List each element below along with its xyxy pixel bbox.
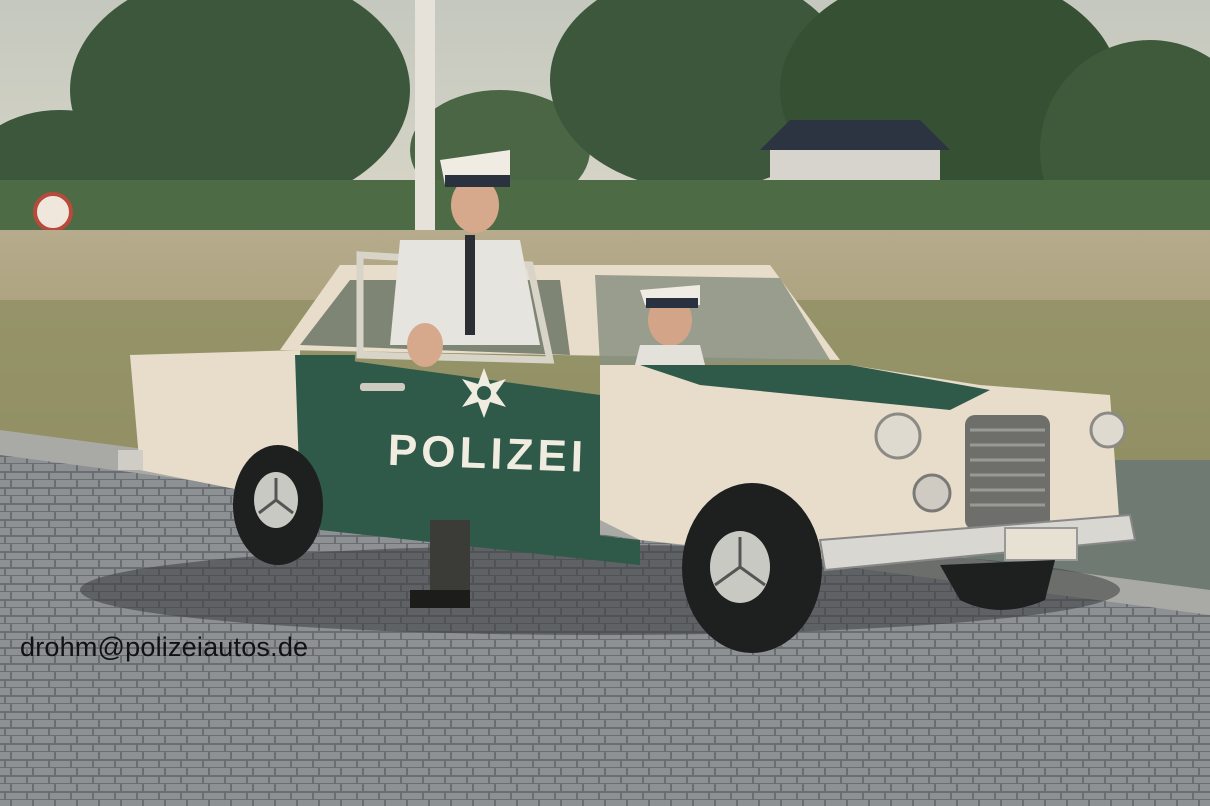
rear-wheel	[233, 445, 323, 565]
front-wheel	[682, 483, 822, 653]
police-car-photo: POLIZEI drohm@polizeiautos.de	[0, 0, 1210, 806]
lamp-pole	[415, 0, 435, 230]
photo-illustration: POLIZEI	[0, 0, 1210, 806]
hedge	[0, 180, 1210, 230]
watermark: drohm@polizeiautos.de	[20, 632, 309, 662]
door-lettering: POLIZEI	[387, 426, 588, 482]
